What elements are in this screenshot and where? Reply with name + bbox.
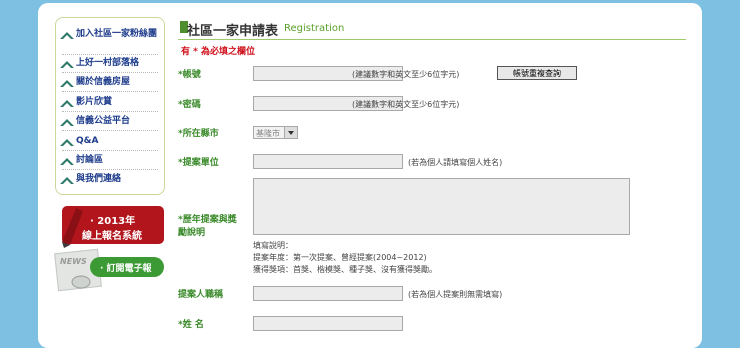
page-title-english: Registration	[284, 23, 345, 34]
sidebar-item-label: Q&A	[76, 136, 99, 146]
menu-divider	[62, 169, 158, 170]
sidebar-menu: 加入社區一家粉絲團 上好一村部落格 關於信義房屋 影片欣賞 信義公益平台 Q&A	[55, 17, 165, 195]
roof-arrow-icon	[60, 139, 74, 146]
account-hint: (建議數字和英文至少6位字元)	[352, 70, 460, 79]
sidebar-item-label: 影片欣賞	[76, 97, 113, 107]
history-textarea[interactable]	[253, 178, 630, 235]
roof-arrow-icon	[60, 32, 74, 39]
menu-divider	[62, 91, 158, 92]
sidebar-item-label: 加入社區一家粉絲團	[76, 29, 158, 39]
roof-arrow-icon	[60, 158, 74, 165]
banner-system-text: 線上報名系統	[82, 231, 142, 242]
city-select[interactable]: 基隆市	[253, 126, 298, 139]
subscribe-newsletter-button[interactable]: · 訂閱電子報	[90, 257, 164, 277]
proposer-title-label: 提案人職稱	[178, 290, 224, 300]
content-panel: 加入社區一家粉絲團 上好一村部落格 關於信義房屋 影片欣賞 信義公益平台 Q&A	[38, 3, 702, 348]
proposal-unit-label: *提案單位	[178, 158, 219, 168]
sidebar-item-label: 信義公益平台	[76, 116, 131, 126]
sidebar-item-label: 關於信義房屋	[76, 77, 131, 87]
proposer-title-input[interactable]	[253, 286, 403, 301]
title-divider	[178, 39, 686, 40]
page-title: 社區一家申請表	[187, 24, 279, 39]
subscribe-label: · 訂閱電子報	[100, 264, 152, 274]
sidebar-item-label: 討論區	[76, 155, 104, 165]
roof-arrow-icon	[60, 80, 74, 87]
online-registration-banner[interactable]: · 2013年 線上報名系統	[62, 206, 164, 248]
password-label: *密碼	[178, 100, 201, 110]
menu-divider	[62, 130, 158, 131]
menu-divider	[62, 111, 158, 112]
roof-arrow-icon	[60, 100, 74, 107]
chevron-down-icon	[284, 127, 297, 138]
proposal-unit-hint: (若為個人請填寫個人姓名)	[408, 158, 503, 167]
history-notes: 填寫說明： 提案年度：第一次提案、曾經提案(2004~2012) 獲得獎項：首獎…	[253, 240, 437, 276]
notes-year: 提案年度：第一次提案、曾經提案(2004~2012)	[253, 253, 427, 262]
news-label: NEWS	[60, 257, 87, 266]
menu-divider	[62, 54, 158, 55]
roof-arrow-icon	[60, 119, 74, 126]
notes-award: 獲得獎項：首獎、楷模獎、種子獎、沒有獲得獎勵。	[253, 265, 437, 274]
proposer-title-hint: (若為個人提案則無需填寫)	[408, 290, 503, 299]
city-label: *所在縣市	[178, 129, 219, 139]
history-label-line1: *歷年提案與獎	[178, 215, 237, 225]
menu-divider	[62, 72, 158, 73]
name-label: *姓 名	[178, 320, 204, 330]
sidebar-item-label: 與我們連絡	[76, 174, 122, 184]
history-label-line2: 勵說明	[178, 228, 206, 238]
roof-arrow-icon	[60, 177, 74, 184]
sidebar-item-label: 上好一村部落格	[76, 58, 140, 68]
notes-heading: 填寫說明：	[253, 241, 293, 250]
check-duplicate-account-button[interactable]: 帳號重複查詢	[497, 66, 577, 80]
proposal-unit-input[interactable]	[253, 154, 403, 169]
mouse-icon	[71, 275, 91, 289]
required-fields-note: 有 * 為必填之欄位	[181, 47, 255, 57]
menu-divider	[62, 150, 158, 151]
roof-arrow-icon	[60, 61, 74, 68]
account-label: *帳號	[178, 70, 201, 80]
city-selected-value: 基隆市	[256, 129, 280, 138]
password-hint: (建議數字和英文至少6位字元)	[352, 100, 460, 109]
name-input[interactable]	[253, 316, 403, 331]
newsletter-banner[interactable]: NEWS · 訂閱電子報	[54, 248, 164, 295]
banner-year-text: · 2013年	[90, 216, 136, 227]
